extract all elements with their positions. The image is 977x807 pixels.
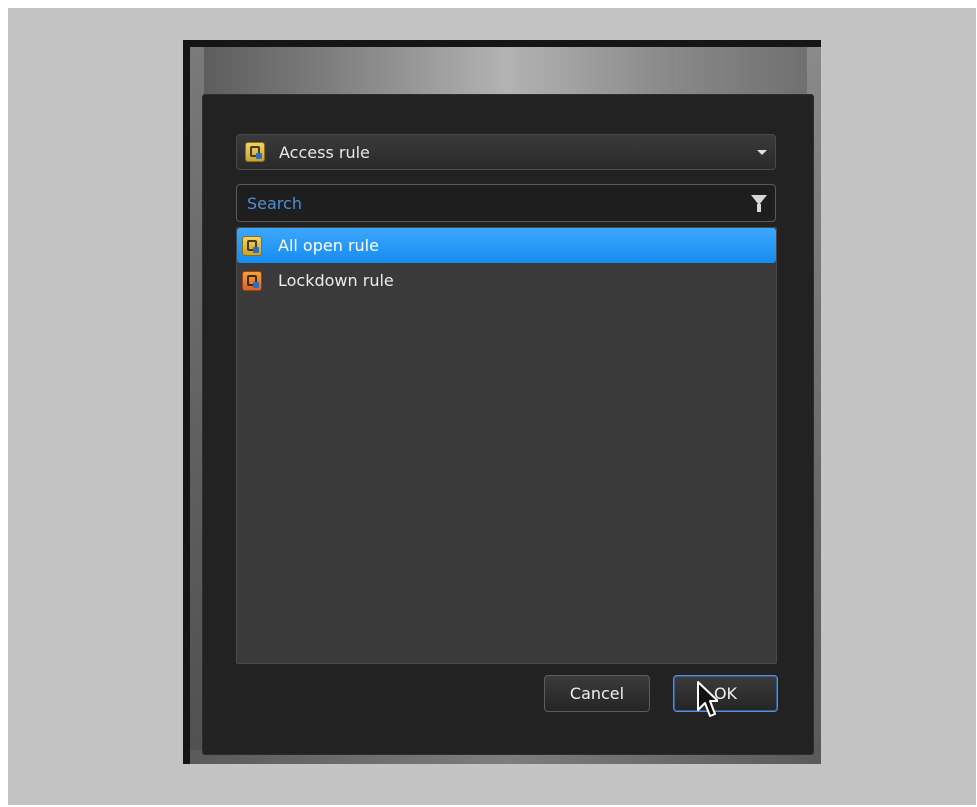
window-title-bar[interactable] [190, 47, 821, 99]
cancel-button[interactable]: Cancel [544, 675, 650, 712]
chevron-down-icon[interactable] [757, 149, 767, 155]
list-item-label: Lockdown rule [278, 271, 394, 290]
access-rule-icon [245, 142, 265, 162]
search-box[interactable] [236, 184, 776, 222]
open-rule-icon [242, 235, 262, 256]
rule-type-dropdown[interactable]: Access rule [236, 134, 776, 170]
list-item-label: All open rule [278, 236, 379, 255]
ok-button[interactable]: OK [673, 675, 778, 712]
rule-list[interactable]: All open rule Lockdown rule [236, 227, 777, 664]
list-item-all-open-rule[interactable]: All open rule [237, 228, 776, 263]
rule-type-selected-value: Access rule [279, 142, 370, 162]
list-item-lockdown-rule[interactable]: Lockdown rule [237, 263, 776, 298]
search-input[interactable] [237, 192, 749, 214]
filter-icon[interactable] [749, 192, 769, 214]
lockdown-rule-icon [242, 270, 262, 291]
